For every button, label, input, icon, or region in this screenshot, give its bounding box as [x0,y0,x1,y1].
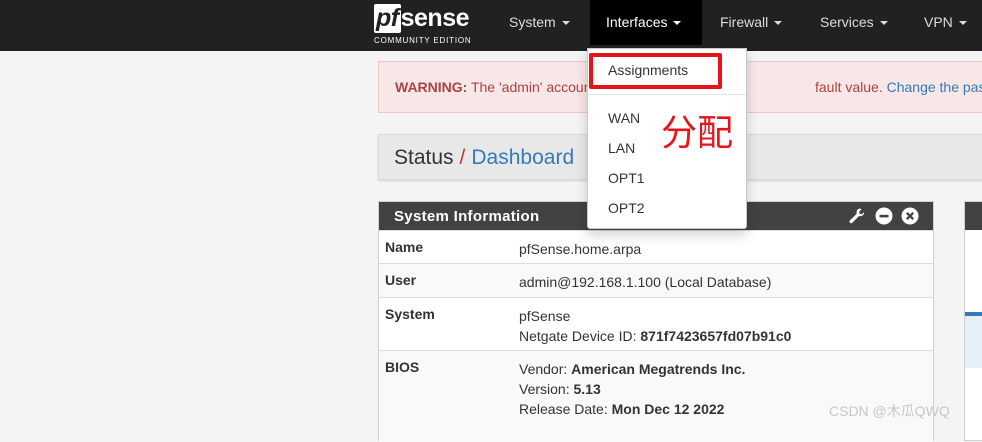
warning-text: The 'admin' accoun [470,79,592,95]
panel-title: System Information [394,208,540,225]
breadcrumb-dashboard[interactable]: Dashboard [471,146,574,169]
menu-item-opt1[interactable]: OPT1 [588,164,746,192]
nav-interfaces[interactable]: Interfaces [590,0,702,45]
device-id: Netgate Device ID: 871f7423657fd07b91c0 [519,328,792,344]
bios-vendor: Vendor: American Megatrends Inc. [519,361,746,377]
side-panel-header [965,202,982,230]
system-name: pfSense [519,308,571,324]
chevron-down-icon [673,21,682,26]
info-row-name: Name pfSense.home.arpa [379,230,933,263]
bios-version: Version: 5.13 [519,381,601,397]
row-key: System [385,306,435,322]
chevron-down-icon [561,21,570,26]
menu-divider [588,94,746,95]
top-navbar: pfsense COMMUNITY EDITION System Interfa… [0,0,982,51]
info-row-user: User admin@192.168.1.100 (Local Database… [379,263,933,297]
row-key: BIOS [385,359,420,375]
nav-interfaces-label: Interfaces [606,14,668,30]
breadcrumb-status[interactable]: Status [394,146,454,169]
menu-item-opt2[interactable]: OPT2 [588,194,746,222]
side-panel-band [965,316,982,368]
chevron-down-icon [879,21,888,26]
row-value: pfSense.home.arpa [519,241,642,257]
warning-text-continued: fault value. Change the password in th [815,79,982,95]
nav-vpn[interactable]: VPN [910,0,982,45]
nav-services-label: Services [820,14,874,30]
bios-release-date: Release Date: Mon Dec 12 2022 [519,401,725,417]
annotation-text: 分配 [661,113,734,154]
chevron-down-icon [774,21,783,26]
side-panel [964,201,982,441]
logo-text: pfsense [374,4,470,33]
pfsense-logo[interactable]: pfsense COMMUNITY EDITION [372,4,484,48]
row-value: Vendor: American Megatrends Inc. Version… [519,359,745,419]
nav-system[interactable]: System [494,0,584,45]
row-value: pfSense Netgate Device ID: 871f7423657fd… [519,306,791,346]
watermark: CSDN @木瓜QWQ [829,403,950,419]
change-password-link[interactable]: Change the password in th [887,79,982,95]
assignments-highlight-box [589,53,722,89]
nav-services[interactable]: Services [806,0,900,45]
nav-vpn-label: VPN [924,14,953,30]
row-key: User [385,272,417,288]
wrench-icon[interactable] [848,207,866,225]
row-key: Name [385,239,424,255]
panel-tools [844,207,919,225]
row-value: admin@192.168.1.100 (Local Database) [519,274,772,290]
nav-system-label: System [509,14,556,30]
breadcrumb-separator: / [459,146,466,169]
chevron-down-icon [958,21,967,26]
close-circle-icon[interactable] [901,207,919,225]
page-title: Status / Dashboard [394,146,574,170]
info-row-bios: BIOS Vendor: American Megatrends Inc. Ve… [379,350,933,442]
logo-subtitle: COMMUNITY EDITION [374,36,472,45]
warning-label: WARNING: [395,79,468,95]
nav-firewall-label: Firewall [720,14,769,30]
minus-circle-icon[interactable] [875,207,893,225]
info-row-system: System pfSense Netgate Device ID: 871f74… [379,297,933,350]
nav-firewall[interactable]: Firewall [706,0,796,45]
